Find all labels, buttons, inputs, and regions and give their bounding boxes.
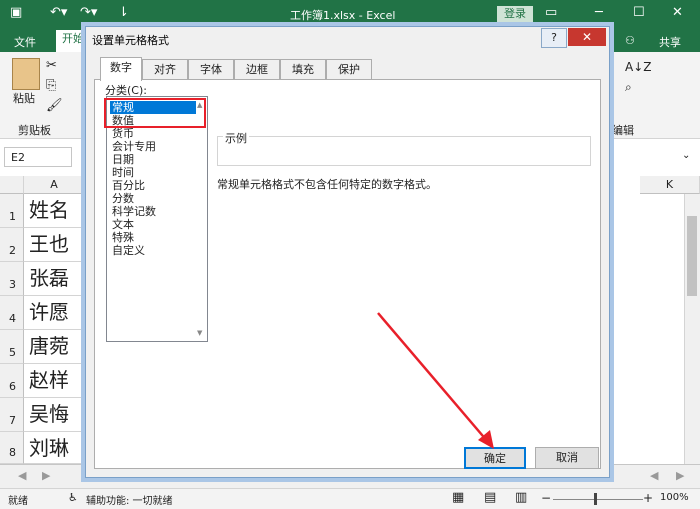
tab-number[interactable]: 数字 — [100, 57, 142, 81]
